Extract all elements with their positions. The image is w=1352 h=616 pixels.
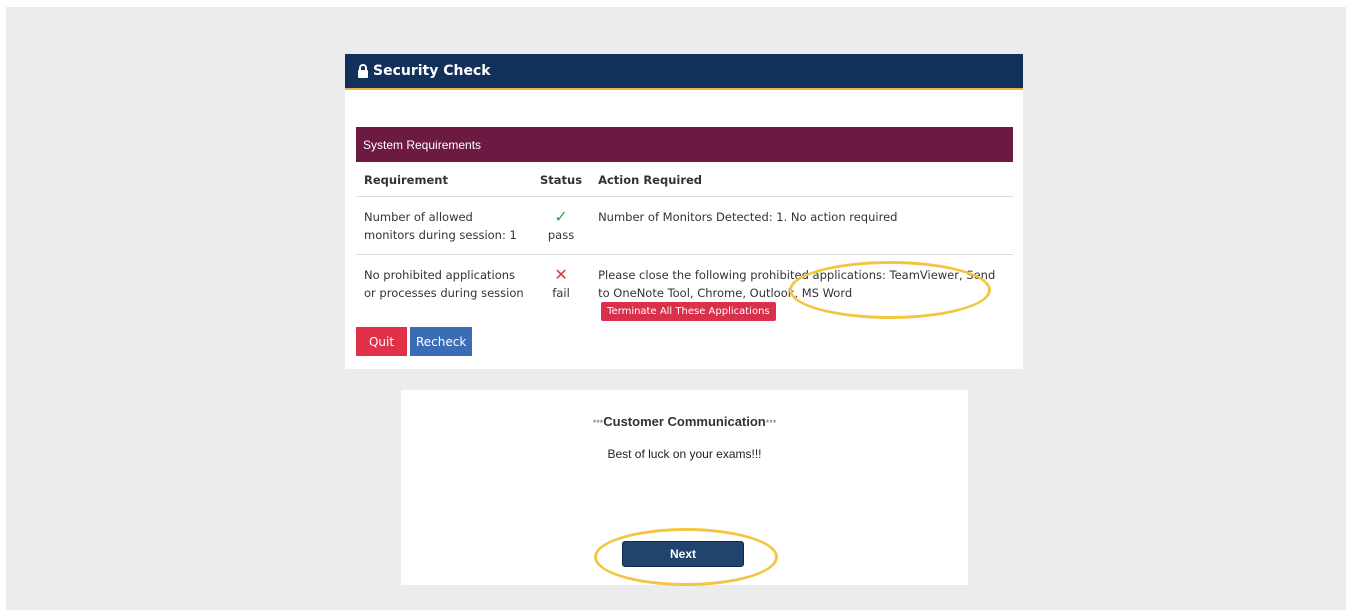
next-button[interactable]: Next [622, 541, 744, 567]
requirements-panel-title: System Requirements [356, 127, 1013, 162]
page-title: Security Check [373, 63, 491, 79]
page-background: Security Check System Requirements Requi… [6, 7, 1346, 610]
lock-icon [358, 64, 368, 78]
security-check-card: Security Check System Requirements Requi… [345, 54, 1023, 369]
column-header-action: Action Required [590, 162, 1013, 197]
table-header-row: Requirement Status Action Required [356, 162, 1013, 197]
requirement-text: No prohibited applications or processes … [364, 268, 524, 300]
status-text: fail [552, 286, 570, 300]
check-icon: ✓ [554, 207, 568, 226]
column-header-requirement: Requirement [356, 162, 532, 197]
table-row: No prohibited applications or processes … [356, 255, 1013, 332]
customer-communication-card: ***Customer Communication*** Best of luc… [401, 390, 968, 586]
quit-button[interactable]: Quit [356, 327, 407, 356]
heading-stars-right: *** [765, 418, 777, 428]
requirement-text: Number of allowed monitors during sessio… [356, 196, 532, 255]
cross-icon: ✕ [554, 265, 568, 284]
action-text: Number of Monitors Detected: 1. No actio… [590, 196, 1013, 255]
status-cell: ✕ fail [532, 255, 590, 332]
communication-heading: ***Customer Communication*** [401, 414, 968, 429]
communication-title: Customer Communication [603, 414, 766, 429]
terminate-applications-button[interactable]: Terminate All These Applications [601, 302, 776, 321]
requirements-panel: System Requirements Requirement Status A… [356, 127, 1013, 331]
security-check-header: Security Check [345, 54, 1023, 90]
recheck-button[interactable]: Recheck [410, 327, 472, 356]
status-cell: ✓ pass [532, 196, 591, 255]
requirements-table: Requirement Status Action Required Numbe… [356, 162, 1013, 331]
column-header-status: Status [532, 162, 591, 197]
communication-message: Best of luck on your exams!!! [607, 447, 762, 461]
status-text: pass [547, 228, 575, 242]
action-cell: Please close the following prohibited ap… [590, 255, 1013, 332]
table-row: Number of allowed monitors during sessio… [356, 196, 1013, 255]
action-text: Please close the following prohibited ap… [598, 268, 996, 300]
heading-stars-left: *** [592, 418, 604, 428]
